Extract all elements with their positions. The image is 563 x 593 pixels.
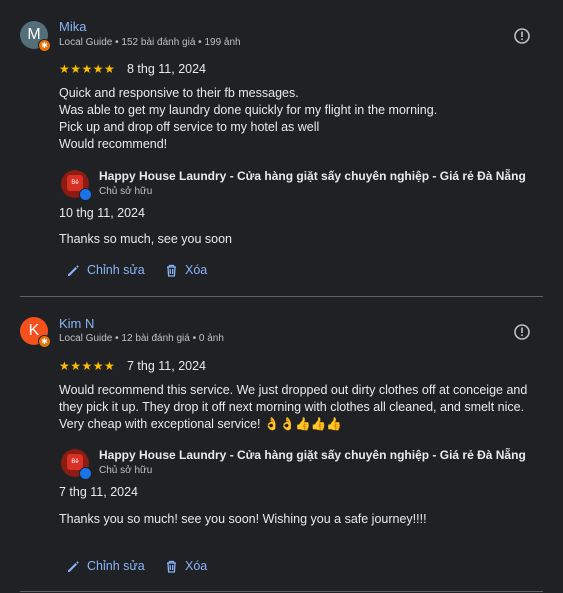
owner-name: Happy House Laundry - Cửa hàng giặt sấy … [99,448,526,462]
reviewer-name[interactable]: Mika [59,19,86,34]
local-guide-badge-icon: ✱ [38,39,51,52]
reviewer-name[interactable]: Kim N [59,316,94,331]
reply-date: 10 thg 11, 2024 [59,206,145,220]
reply-text: Thanks you so much! see you soon! Wishin… [59,512,427,526]
review-date: 7 thg 11, 2024 [127,359,207,373]
reviewer-avatar[interactable]: K ✱ [20,317,51,348]
delete-reply-button[interactable]: Xóa [165,263,207,277]
edit-label: Chỉnh sửa [87,263,145,277]
review-date: 8 thg 11, 2024 [127,62,207,76]
edit-label: Chỉnh sửa [87,559,145,573]
owner-avatar: Bê [61,449,92,480]
trash-icon [167,560,176,573]
reply-date: 7 thg 11, 2024 [59,485,139,499]
owner-role: Chủ sở hữu [99,465,153,476]
edit-reply-button[interactable]: Chỉnh sửa [67,263,145,277]
verified-check-icon [79,188,92,201]
pencil-icon [68,264,79,276]
divider [20,591,543,592]
owner-role: Chủ sở hữu [99,186,153,197]
divider [20,296,543,297]
owner-name: Happy House Laundry - Cửa hàng giặt sấy … [99,169,526,183]
pencil-icon [68,560,79,572]
delete-label: Xóa [185,559,208,573]
trash-icon [167,264,176,277]
local-guide-badge-icon: ✱ [38,335,51,348]
edit-reply-button[interactable]: Chỉnh sửa [67,559,145,573]
report-info-icon[interactable] [513,27,531,45]
avatar-letter: K [28,322,40,339]
report-info-icon[interactable] [513,323,531,341]
reviewer-meta: Local Guide • 152 bài đánh giá • 199 ảnh [59,37,241,48]
reply-text: Thanks so much, see you soon [59,232,233,246]
delete-reply-button[interactable]: Xóa [165,559,207,573]
review-text: Would recommend this service. We just dr… [59,383,528,431]
star-rating: ★★★★★ [59,62,116,76]
delete-label: Xóa [185,263,208,277]
star-rating: ★★★★★ [59,359,116,373]
reviewer-meta: Local Guide • 12 bài đánh giá • 0 ảnh [59,333,224,344]
reviewer-avatar[interactable]: M ✱ [20,21,51,52]
owner-avatar: Bê [61,170,92,201]
review-text: Quick and responsive to their fb message… [59,86,438,151]
verified-check-icon [79,467,92,480]
